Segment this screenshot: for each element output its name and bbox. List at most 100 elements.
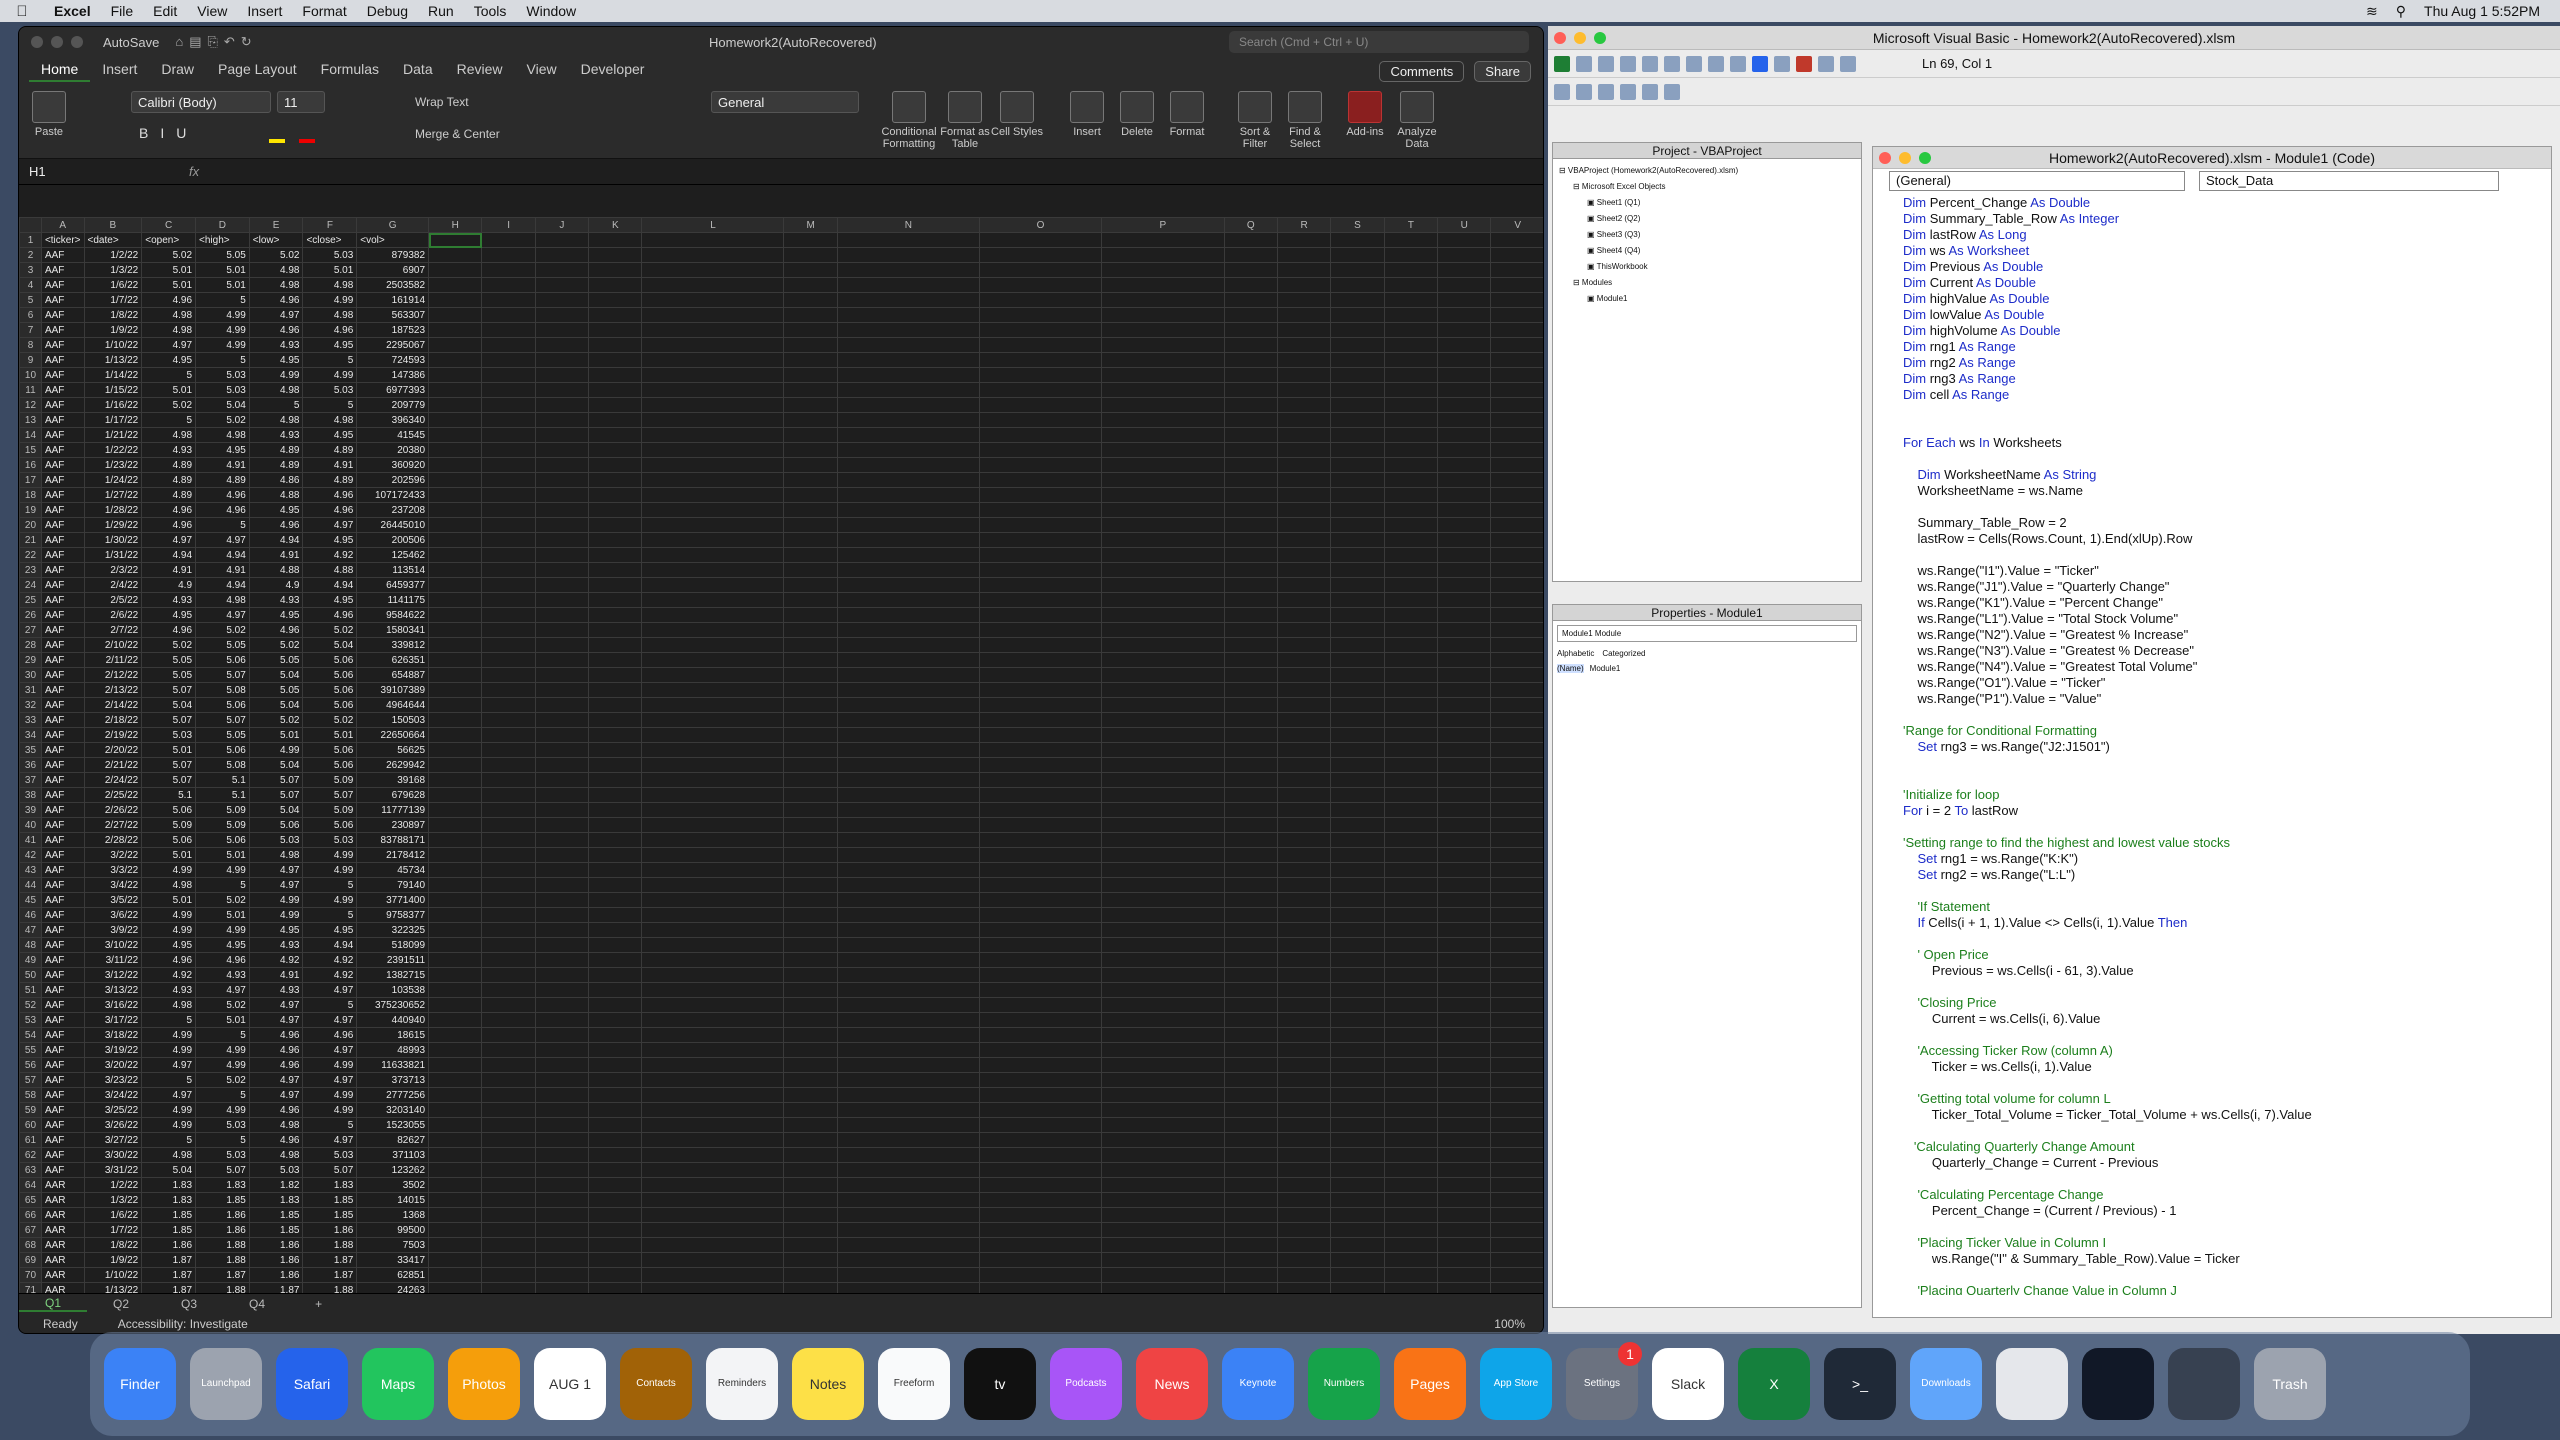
cell[interactable]: 4.92 <box>302 952 358 968</box>
cell[interactable]: 1/10/22 <box>83 337 143 353</box>
cell[interactable] <box>1490 532 1543 548</box>
menu-insert[interactable]: Insert <box>237 3 292 19</box>
cell[interactable] <box>1101 1267 1225 1283</box>
cell[interactable]: 5.02 <box>141 397 197 413</box>
uncomment-block-icon[interactable] <box>1642 83 1658 100</box>
cell[interactable] <box>1101 757 1225 773</box>
news-icon[interactable]: News <box>1136 1348 1208 1420</box>
cell[interactable] <box>534 1117 590 1133</box>
tree-item[interactable]: ⊟ Microsoft Excel Objects <box>1559 179 1855 195</box>
cell[interactable] <box>1223 682 1278 698</box>
cell[interactable] <box>1490 967 1543 983</box>
cell[interactable]: 4.98 <box>141 427 197 443</box>
cell[interactable] <box>641 442 785 458</box>
cell[interactable] <box>1490 382 1543 398</box>
cell[interactable] <box>978 697 1103 713</box>
cell[interactable] <box>978 322 1103 338</box>
cell[interactable]: 5.03 <box>195 1147 250 1163</box>
indent-icon[interactable] <box>1554 83 1570 100</box>
cell[interactable]: 150503 <box>356 712 430 728</box>
cell[interactable] <box>481 1162 536 1178</box>
cell[interactable] <box>1437 652 1492 668</box>
cell[interactable] <box>1490 547 1543 563</box>
cell[interactable] <box>1490 472 1543 488</box>
cell[interactable] <box>1437 1087 1492 1103</box>
cell[interactable]: 1.85 <box>248 1207 304 1223</box>
cell[interactable] <box>534 907 590 923</box>
cell[interactable] <box>588 1252 643 1268</box>
cell[interactable] <box>1276 532 1332 548</box>
cell[interactable] <box>481 952 536 968</box>
cell[interactable]: 5 <box>248 397 304 413</box>
cell[interactable] <box>1437 307 1492 323</box>
cell[interactable]: 4.96 <box>248 1042 304 1058</box>
cell[interactable]: 5.06 <box>195 697 250 713</box>
cell[interactable] <box>1276 1252 1332 1268</box>
comment-block-icon[interactable] <box>1620 83 1636 100</box>
cell[interactable] <box>481 1282 536 1293</box>
cell[interactable]: 1.86 <box>248 1237 304 1253</box>
cell[interactable] <box>641 262 785 278</box>
cell[interactable]: 5.06 <box>302 682 358 698</box>
cell[interactable]: AAF <box>40 247 85 263</box>
cell[interactable] <box>1437 397 1492 413</box>
outdent-icon[interactable] <box>1576 83 1592 100</box>
cell[interactable] <box>1276 247 1332 263</box>
cell[interactable]: 200506 <box>356 532 430 548</box>
cell[interactable] <box>1330 742 1385 758</box>
cell[interactable]: AAF <box>40 442 85 458</box>
tree-item[interactable]: ▣ ThisWorkbook <box>1559 259 1855 275</box>
cell[interactable]: 7503 <box>356 1237 430 1253</box>
cell[interactable] <box>1223 1207 1278 1223</box>
cell[interactable]: 5.06 <box>141 802 197 818</box>
cell[interactable] <box>588 547 643 563</box>
cell[interactable] <box>978 937 1103 953</box>
row-header[interactable]: 70 <box>19 1267 42 1283</box>
cell[interactable]: 5 <box>141 1132 197 1148</box>
cell[interactable] <box>534 1102 590 1118</box>
cell[interactable] <box>1383 892 1439 908</box>
cell[interactable]: AAF <box>40 997 85 1013</box>
cell[interactable]: 4.97 <box>141 1087 197 1103</box>
cell[interactable] <box>1101 1012 1225 1028</box>
cell[interactable] <box>641 922 785 938</box>
cell[interactable] <box>1490 1222 1543 1238</box>
cell[interactable] <box>1223 337 1278 353</box>
cell[interactable] <box>836 847 980 863</box>
cell[interactable] <box>1330 352 1385 368</box>
cell[interactable]: 1.82 <box>248 1177 304 1193</box>
cell[interactable]: 3/2/22 <box>83 847 143 863</box>
cell[interactable] <box>1437 1132 1492 1148</box>
fx-icon[interactable]: fx <box>189 164 199 179</box>
cell[interactable] <box>1101 652 1225 668</box>
cell[interactable] <box>1383 232 1439 248</box>
cell[interactable]: AAF <box>40 547 85 563</box>
cell[interactable]: 5.06 <box>302 757 358 773</box>
cell[interactable]: 5.1 <box>195 772 250 788</box>
cell[interactable] <box>1437 682 1492 698</box>
cell[interactable] <box>534 397 590 413</box>
cell[interactable] <box>1383 352 1439 368</box>
breakpoint-icon[interactable] <box>1598 83 1614 100</box>
cell[interactable] <box>1223 1222 1278 1238</box>
cell[interactable] <box>1101 382 1225 398</box>
cell[interactable] <box>1330 877 1385 893</box>
cell[interactable] <box>978 427 1103 443</box>
cell[interactable] <box>1490 892 1543 908</box>
cell[interactable] <box>481 1057 536 1073</box>
cell[interactable] <box>534 727 590 743</box>
cell[interactable]: 5.02 <box>141 247 197 263</box>
cell[interactable] <box>1101 637 1225 653</box>
cell[interactable] <box>1223 1057 1278 1073</box>
cell[interactable] <box>1383 1147 1439 1163</box>
cell[interactable] <box>428 1042 483 1058</box>
cell[interactable]: 56625 <box>356 742 430 758</box>
cell[interactable] <box>978 607 1103 623</box>
cell[interactable]: AAF <box>40 517 85 533</box>
cell[interactable] <box>1383 862 1439 878</box>
cell[interactable] <box>1223 1012 1278 1028</box>
cell[interactable]: AAF <box>40 457 85 473</box>
cell[interactable] <box>588 502 643 518</box>
cell[interactable]: 5 <box>141 412 197 428</box>
cell[interactable] <box>783 727 838 743</box>
